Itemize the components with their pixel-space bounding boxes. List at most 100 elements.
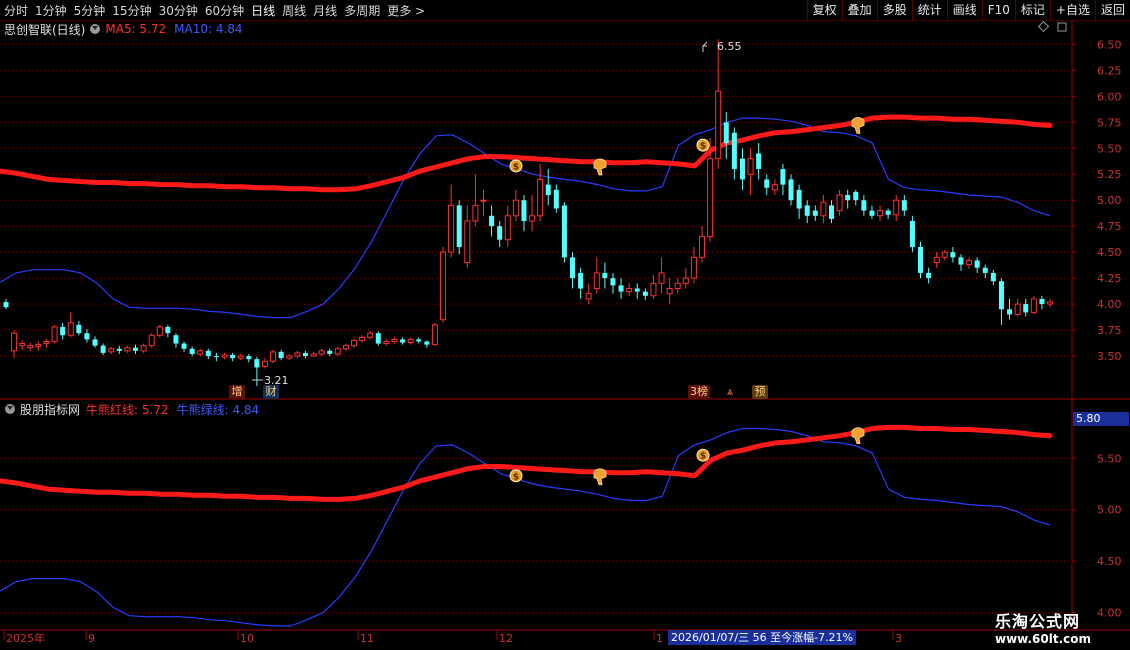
candle-body-down <box>84 333 90 340</box>
candle-body-down <box>416 339 422 342</box>
candle-body-up <box>237 355 244 359</box>
tab-1min[interactable]: 1分钟 <box>35 2 67 19</box>
candle-body-up <box>529 215 536 222</box>
coin-signal-icon-glyph: $ <box>513 162 519 172</box>
candle-body-up <box>504 215 511 241</box>
candle-body-down <box>254 359 260 368</box>
event-marker-up[interactable]: ⩓ <box>722 385 738 399</box>
candle-body-up <box>318 350 325 355</box>
dropdown-circle-icon[interactable] <box>5 404 15 414</box>
add-watchlist-button[interactable]: +自选 <box>1049 0 1095 20</box>
candle-body-down <box>982 267 988 273</box>
draw-line-button[interactable]: 画线 <box>946 0 982 20</box>
site-watermark: 乐淘公式网 www.60lt.com <box>995 608 1127 650</box>
tab-fenshi[interactable]: 分时 <box>4 2 28 19</box>
candle-body-up <box>148 334 155 347</box>
candle-body-up <box>674 282 681 290</box>
tab-15min[interactable]: 15分钟 <box>112 2 151 19</box>
candle-body-down <box>173 335 179 344</box>
tab-more[interactable]: 更多 > <box>387 2 425 19</box>
range-info-box: 2026/01/07/三 56 至今涨幅-7.21% <box>668 630 856 645</box>
price-tick-label: 6.50 <box>1097 38 1122 51</box>
candle-body-up <box>707 158 714 238</box>
candlestick-series[interactable] <box>3 39 1053 387</box>
statistics-button[interactable]: 统计 <box>911 0 947 20</box>
candle-body-up <box>140 345 147 352</box>
adjust-button[interactable]: 复权 <box>806 0 842 20</box>
candle-body-down <box>327 350 333 354</box>
event-marker-list[interactable]: 3榜 <box>688 385 710 399</box>
candle-body-down <box>92 339 98 346</box>
indicator-tick-label: 5.00 <box>1097 504 1122 517</box>
time-tick-label: 11 <box>360 632 374 645</box>
candle-body-down <box>918 246 924 273</box>
candle-body-down <box>634 288 640 292</box>
candle-body-down <box>230 354 236 359</box>
candle-body-up <box>359 336 366 341</box>
candle-body-up <box>690 256 697 279</box>
tab-daily[interactable]: 日线 <box>251 2 275 19</box>
event-marker-finance[interactable]: 财 <box>263 385 279 399</box>
candle-body-down <box>764 179 770 188</box>
candle-body-down <box>845 195 851 201</box>
price-tick-label: 4.25 <box>1097 272 1122 285</box>
time-tick-label: 3 <box>895 632 902 645</box>
kline-chart[interactable]: $ $ $ $ 6.50 6.25 6.00 5.75 5.50 5.25 5.00 4.75 4.5… <box>0 0 1130 650</box>
high-price-label: 6.55 <box>717 40 742 53</box>
ma5-label: MA5: 5.72 <box>105 22 167 36</box>
candle-body-down <box>998 281 1004 310</box>
candle-body-up <box>682 277 689 284</box>
candle-body-down <box>116 348 122 351</box>
candle-body-down <box>739 158 745 180</box>
event-marker-forecast[interactable]: 预 <box>752 385 768 399</box>
tab-60min[interactable]: 60分钟 <box>205 2 244 19</box>
candle-body-down <box>60 326 66 336</box>
indicator-red-line <box>0 424 1053 502</box>
f10-button[interactable]: F10 <box>981 0 1015 20</box>
back-button[interactable]: 返回 <box>1094 0 1130 20</box>
candle-body-down <box>456 205 462 247</box>
candle-body-up <box>1014 303 1021 315</box>
candle-body-down <box>1023 304 1029 313</box>
candle-body-up <box>334 348 341 355</box>
overlay-button[interactable]: 叠加 <box>841 0 877 20</box>
price-tick-label: 4.75 <box>1097 220 1122 233</box>
tab-multi-period[interactable]: 多周期 <box>344 2 380 19</box>
candle-body-up <box>893 199 900 216</box>
candle-body-up <box>626 288 633 293</box>
candle-body-up <box>666 288 673 295</box>
price-tick-label: 3.75 <box>1097 324 1122 337</box>
candle-body-down <box>132 347 138 351</box>
candle-body-up <box>820 201 827 217</box>
candle-body-down <box>497 226 503 240</box>
candle-body-down <box>909 220 915 247</box>
event-marker-add[interactable]: 增 <box>229 385 245 399</box>
candle-body-up <box>391 338 398 342</box>
candle-body-up <box>715 90 722 160</box>
candle-body-up <box>27 345 34 349</box>
period-tabs: 分时 1分钟 5分钟 15分钟 30分钟 60分钟 日线 周线 月线 多周期 更… <box>4 0 432 20</box>
tab-30min[interactable]: 30分钟 <box>159 2 198 19</box>
mark-button[interactable]: 标记 <box>1014 0 1050 20</box>
candle-body-up <box>585 293 592 300</box>
candle-body-down <box>974 260 980 268</box>
candle-body-up <box>966 259 973 266</box>
candle-body-up <box>310 353 317 357</box>
candle-body-up <box>221 354 228 358</box>
candle-body-down <box>181 343 187 349</box>
dropdown-circle-icon[interactable] <box>90 24 101 34</box>
tab-weekly[interactable]: 周线 <box>282 2 306 19</box>
tab-monthly[interactable]: 月线 <box>313 2 337 19</box>
candle-body-down <box>861 200 867 211</box>
main-panel-header: 思创智联(日线) MA5: 5.72 MA10: 4.84 <box>0 21 251 37</box>
multi-stock-button[interactable]: 多股 <box>876 0 912 20</box>
hand-signal-icon <box>851 427 865 445</box>
candle-body-up <box>383 340 390 345</box>
candle-body-down <box>723 122 729 144</box>
time-tick-label: 9 <box>88 632 95 645</box>
diamond-icon <box>1037 20 1050 33</box>
red-trend-line <box>0 114 1053 193</box>
tab-5min[interactable]: 5分钟 <box>74 2 106 19</box>
price-tick-label: 5.00 <box>1097 194 1122 207</box>
candle-body-down <box>756 153 762 170</box>
